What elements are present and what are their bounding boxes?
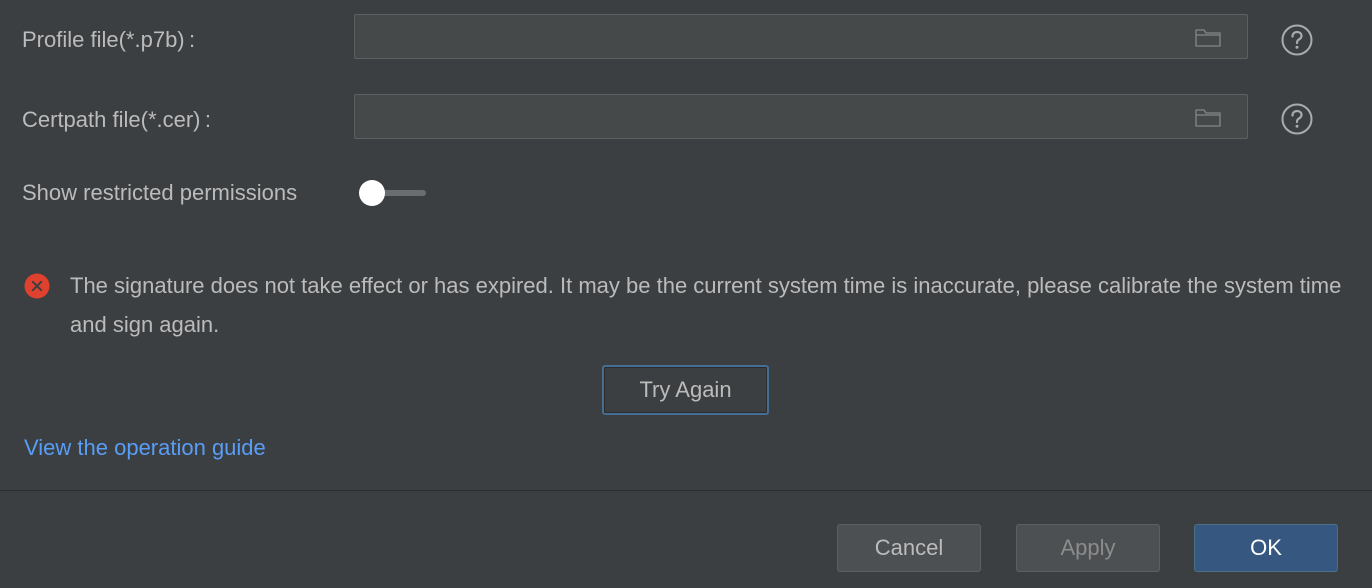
certpath-help-icon[interactable] — [1281, 103, 1313, 135]
profile-file-input[interactable] — [355, 15, 1175, 58]
certpath-browse-folder-icon[interactable] — [1193, 105, 1223, 129]
error-circle-x-icon — [24, 273, 50, 299]
profile-file-field — [354, 14, 1248, 59]
certpath-file-label: Certpath file(*.cer) : — [22, 107, 212, 132]
signing-config-dialog: Profile file(*.p7b) : Certpath file(*.ce… — [0, 0, 1372, 588]
certpath-file-field — [354, 94, 1248, 139]
restricted-permissions-label: Show restricted permissions — [22, 180, 298, 205]
footer-divider — [0, 490, 1372, 491]
profile-file-label: Profile file(*.p7b) : — [22, 27, 196, 52]
operation-guide-link[interactable]: View the operation guide — [24, 435, 266, 461]
toggle-knob — [359, 180, 385, 206]
profile-browse-folder-icon[interactable] — [1193, 25, 1223, 49]
ok-button[interactable]: OK — [1194, 524, 1338, 572]
profile-help-icon[interactable] — [1281, 24, 1313, 56]
try-again-button[interactable]: Try Again — [602, 365, 769, 415]
signature-error-message: The signature does not take effect or ha… — [70, 273, 1342, 337]
certpath-file-input[interactable] — [355, 95, 1175, 138]
restricted-permissions-toggle[interactable] — [358, 178, 428, 208]
cancel-button[interactable]: Cancel — [837, 524, 981, 572]
apply-button[interactable]: Apply — [1016, 524, 1160, 572]
